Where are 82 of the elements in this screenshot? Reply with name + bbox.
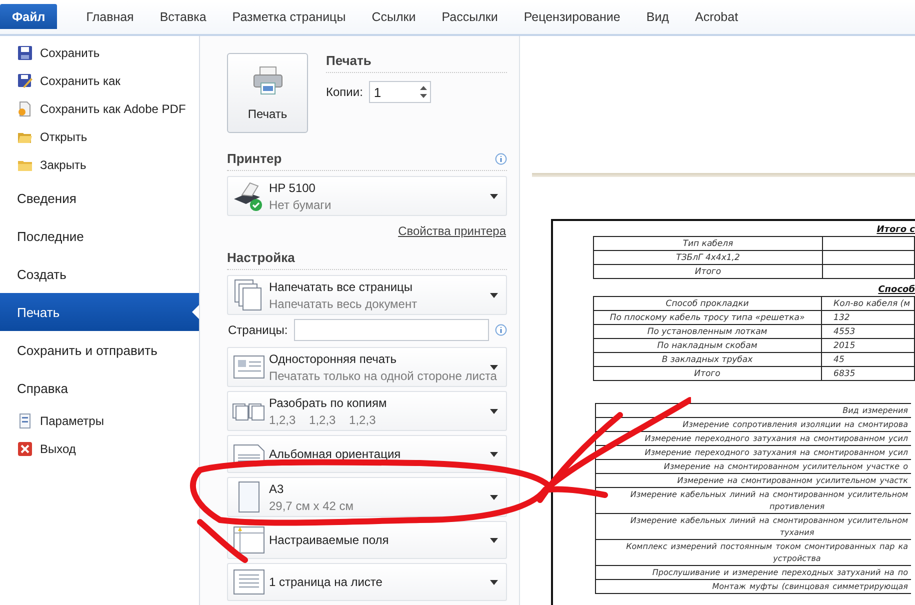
menu-item[interactable]: Открыть xyxy=(40,130,88,144)
spinner-arrows-icon xyxy=(420,85,427,99)
menu-item[interactable]: Выход xyxy=(40,442,76,456)
table-cell: Способ прокладки xyxy=(594,296,822,310)
settings-dropdown[interactable]: 1 страница на листе xyxy=(227,563,507,601)
menu-item[interactable]: Справка xyxy=(0,369,199,407)
ribbon-tab[interactable]: Файл xyxy=(0,4,58,29)
ribbon-tab[interactable]: Вид xyxy=(633,4,682,29)
document-heading: Способ xyxy=(877,285,915,296)
close-icon xyxy=(17,441,33,457)
section-heading: Принтер xyxy=(227,151,282,166)
printer-dropdown[interactable]: HP 5100 Нет бумаги xyxy=(227,176,507,216)
table-cell: Монтаж муфты (свинцовая симметрирующая xyxy=(596,580,911,594)
table-cell: 132 xyxy=(821,310,914,324)
menu-item[interactable]: Последние xyxy=(0,217,199,255)
table-cell: Измерение кабельных линий на смонтированном усилительном тухания xyxy=(596,514,911,540)
dropdown-caret-icon xyxy=(490,580,498,584)
ribbon-tab[interactable]: Рассылки xyxy=(428,4,511,29)
table-cell: Измерение переходного затухания на смонтированном усил xyxy=(596,446,911,460)
table-cell: 4553 xyxy=(821,324,914,338)
table-cell: Измерение переходного затухания на смонтированном усил xyxy=(596,432,911,446)
dropdown-caret-icon xyxy=(490,364,498,370)
table-cell: Комплекс измерений постоянным током смонтированных пар ка устройства xyxy=(596,540,911,566)
table-cell: Вид измерения xyxy=(596,404,911,418)
pages-input[interactable] xyxy=(294,319,489,341)
dropdown-caret-icon xyxy=(490,538,498,542)
floppy-pencil-icon xyxy=(17,73,33,89)
dropdown-caret-icon xyxy=(490,292,498,298)
ribbon-tab[interactable]: Acrobat xyxy=(682,4,752,29)
menu-item[interactable]: Сохранить как xyxy=(40,74,120,88)
table-cell: Измерение на смонтированном усилительном участке о xyxy=(596,460,911,474)
table-cell: Кол-во кабеля (м xyxy=(821,296,914,310)
table-cell: Прослушивание и измерение переходных затуханий на по xyxy=(596,566,911,580)
settings-dropdown[interactable]: Настраиваемые поля xyxy=(227,521,507,559)
table-cell: 2015 xyxy=(821,338,914,352)
menu-item[interactable]: Печать xyxy=(0,293,199,331)
info-icon xyxy=(495,324,507,336)
section-heading: Настройка xyxy=(227,250,295,265)
menu-item[interactable]: Сохранить и отправить xyxy=(0,331,199,369)
dropdown-caret-icon xyxy=(490,194,498,198)
menu-item[interactable]: Сохранить xyxy=(40,46,100,60)
table-cell: 45 xyxy=(821,352,914,366)
menu-item[interactable]: Сведения xyxy=(0,179,199,217)
menu-item[interactable]: Параметры xyxy=(40,414,104,428)
ribbon-tab[interactable]: Вставка xyxy=(146,4,220,29)
table-cell: ТЗБлГ 4х4х1,2 xyxy=(594,250,822,264)
table-cell: Тип кабеля xyxy=(594,236,822,250)
info-icon xyxy=(495,152,507,164)
ribbon-tab[interactable]: Разметка страницы xyxy=(219,4,359,29)
dropdown-caret-icon xyxy=(490,494,498,500)
settings-dropdown[interactable]: A3 29,7 см x 42 см xyxy=(227,477,507,517)
table-cell: По накладным скобам xyxy=(594,338,822,352)
printer-icon xyxy=(252,65,284,97)
ribbon-tab[interactable]: Рецензирование xyxy=(510,4,634,29)
table-cell: По установленным лоткам xyxy=(594,324,822,338)
settings-dropdown[interactable]: Напечатать все страницы Напечатать весь документ xyxy=(227,275,507,315)
menu-item[interactable]: Сохранить как Adobe PDF xyxy=(40,102,186,116)
copies-spinner[interactable]: 1 xyxy=(368,81,431,103)
settings-dropdown[interactable]: Односторонняя печать Печатать только на одной стороне листа xyxy=(227,347,507,387)
copies-label: Копии: xyxy=(326,85,363,99)
table-cell: Итого xyxy=(594,366,822,380)
ribbon-tab[interactable]: Ссылки xyxy=(358,4,429,29)
menu-item[interactable]: Создать xyxy=(0,255,199,293)
table-cell: Измерение сопротивления изоляции на смонтирова xyxy=(596,418,911,432)
ribbon-tab[interactable]: Главная xyxy=(73,4,147,29)
table-cell: 6835 xyxy=(821,366,914,380)
dropdown-caret-icon xyxy=(490,452,498,456)
document-icon xyxy=(17,101,33,117)
section-heading: Печать xyxy=(326,53,507,73)
document-heading: Итого с xyxy=(876,225,915,236)
pages-label: Страницы: xyxy=(228,323,288,337)
menu-item[interactable]: Закрыть xyxy=(40,158,86,172)
table-cell: Измерение кабельных линий на смонтированном усилительном противления xyxy=(596,488,911,514)
printer-properties-link[interactable]: Свойства принтера xyxy=(398,224,506,238)
table-cell: В закладных трубах xyxy=(594,352,822,366)
table-cell: Итого xyxy=(594,264,822,278)
table-cell: По плоскому кабель тросу типа «решетка» xyxy=(594,310,822,324)
print-button[interactable]: Печать xyxy=(227,53,308,133)
document-icon xyxy=(17,413,33,429)
table-cell: Измерение на смонтированном усилительном участк xyxy=(596,474,911,488)
settings-dropdown[interactable]: Разобрать по копиям 1,2,3 1,2,3 1,2,3 xyxy=(227,391,507,431)
dropdown-caret-icon xyxy=(490,408,498,414)
